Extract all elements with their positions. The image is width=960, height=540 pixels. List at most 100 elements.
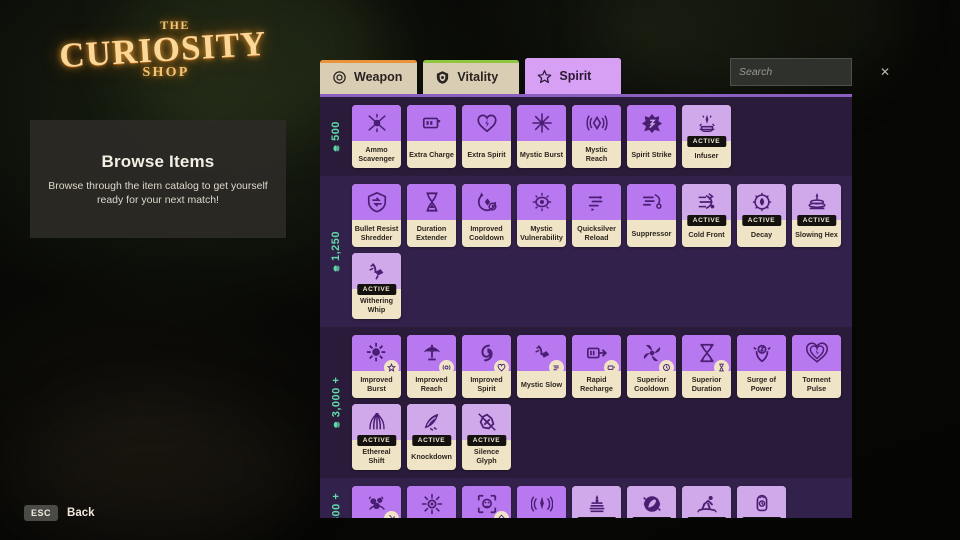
item-card[interactable]: Extra Charge: [407, 105, 456, 168]
cooldown-sub-icon: [659, 360, 674, 375]
improved-spirit-icon: [462, 335, 511, 371]
recharge-sub-icon: [604, 360, 619, 375]
knockdown-icon: ACTIVE: [407, 404, 456, 440]
item-card[interactable]: Improved Spirit: [462, 335, 511, 398]
tab-vitality[interactable]: Vitality: [423, 60, 519, 94]
item-card[interactable]: ACTIVEWithering Whip: [352, 253, 401, 319]
tier-row: 6,300 +Boundless SpiritDiviner's KevlarE…: [320, 478, 852, 518]
tab-vitality-label: Vitality: [457, 70, 498, 84]
tier-row: 3,000 +Improved BurstImproved ReachImpro…: [320, 327, 852, 478]
withering-whip-icon: ACTIVE: [352, 253, 401, 289]
item-card[interactable]: Spirit Strike: [627, 105, 676, 168]
item-card[interactable]: Mystic Slow: [517, 335, 566, 398]
search-box[interactable]: ✕: [730, 58, 852, 86]
surge-of-power-icon: [737, 335, 786, 371]
item-label: Extra Charge: [407, 141, 456, 168]
item-card[interactable]: Superior Cooldown: [627, 335, 676, 398]
item-card[interactable]: Mystic Reach: [572, 105, 621, 168]
item-card[interactable]: Suppressor: [627, 184, 676, 247]
mystic-reverb-icon: [517, 486, 566, 518]
extra-spirit-icon: [462, 105, 511, 141]
item-label: Superior Cooldown: [627, 371, 676, 398]
mystic-vulnerability-icon: [517, 184, 566, 220]
active-badge: ACTIVE: [632, 517, 671, 518]
item-label: Spirit Strike: [627, 141, 676, 168]
active-badge: ACTIVE: [797, 215, 836, 226]
item-card[interactable]: Mystic Reverb: [517, 486, 566, 518]
active-badge: ACTIVE: [687, 215, 726, 226]
reach-sub-icon: [439, 360, 454, 375]
esc-key-badge: ESC: [24, 505, 58, 521]
item-card[interactable]: Quicksilver Reload: [572, 184, 621, 247]
item-card[interactable]: Ammo Scavenger: [352, 105, 401, 168]
exposure-sub-icon: [494, 511, 509, 518]
suppressor-icon: [627, 184, 676, 220]
item-card[interactable]: Duration Extender: [407, 184, 456, 247]
item-card[interactable]: Boundless Spirit: [352, 486, 401, 518]
diviners-kevlar-icon: [407, 486, 456, 518]
spirit-strike-icon: [627, 105, 676, 141]
tab-spirit[interactable]: Spirit: [525, 58, 621, 94]
item-card[interactable]: ACTIVEInfuser: [682, 105, 731, 168]
shield-icon: [435, 70, 450, 85]
ethereal-shift-icon: ACTIVE: [352, 404, 401, 440]
active-badge: ACTIVE: [467, 435, 506, 446]
item-card[interactable]: ACTIVEDecay: [737, 184, 786, 247]
hourglass-icon: [407, 184, 456, 220]
item-card[interactable]: Diviner's Kevlar: [407, 486, 456, 518]
tier-items: Ammo ScavengerExtra ChargeExtra SpiritMy…: [352, 105, 731, 168]
star-icon: [537, 69, 552, 84]
item-card[interactable]: ACTIVESlowing Hex: [792, 184, 841, 247]
item-card[interactable]: Mystic Burst: [517, 105, 566, 168]
tier-items: Boundless SpiritDiviner's KevlarEscalati…: [352, 486, 786, 518]
tier-cost-label: 500: [330, 121, 342, 141]
item-card[interactable]: ACTIVEEcho Shard: [627, 486, 676, 518]
shop-window: Weapon Vitality Spirit: [320, 56, 852, 518]
item-label: Quicksilver Reload: [572, 220, 621, 247]
item-card[interactable]: Bullet Resist Shredder: [352, 184, 401, 247]
browse-items-description: Browse through the item catalog to get y…: [30, 179, 286, 207]
item-card[interactable]: Improved Burst: [352, 335, 401, 398]
item-card[interactable]: ACTIVEEthereal Shift: [352, 404, 401, 470]
item-card[interactable]: Rapid Recharge: [572, 335, 621, 398]
item-card[interactable]: Improved Reach: [407, 335, 456, 398]
shop-screen: THE CURIOSITY SHOP Browse Items Browse t…: [0, 0, 960, 540]
superior-cooldown-icon: [627, 335, 676, 371]
item-card[interactable]: Superior Duration: [682, 335, 731, 398]
item-label: Improved Burst: [352, 371, 401, 398]
item-card[interactable]: Improved Cooldown: [462, 184, 511, 247]
search-clear-icon[interactable]: ✕: [876, 66, 890, 78]
item-card[interactable]: ACTIVESilence Glyph: [462, 404, 511, 470]
item-card[interactable]: Extra Spirit: [462, 105, 511, 168]
item-label: Improved Spirit: [462, 371, 511, 398]
item-card[interactable]: Torment Pulse: [792, 335, 841, 398]
torment-pulse-icon: [792, 335, 841, 371]
item-label: Mystic Burst: [517, 141, 566, 168]
silence-glyph-icon: ACTIVE: [462, 404, 511, 440]
tab-weapon[interactable]: Weapon: [320, 60, 417, 94]
browse-items-title: Browse Items: [102, 152, 215, 172]
tab-weapon-label: Weapon: [354, 70, 402, 84]
tier-cost-label: 1,250: [330, 230, 342, 260]
search-input[interactable]: [739, 66, 876, 78]
improved-burst-icon: [352, 335, 401, 371]
active-badge: ACTIVE: [357, 435, 396, 446]
item-label: Mystic Reach: [572, 141, 621, 168]
item-card[interactable]: Mystic Vulnerability: [517, 184, 566, 247]
game-logo: THE CURIOSITY SHOP: [38, 18, 288, 90]
escalating-exposure-icon: [462, 486, 511, 518]
active-badge: ACTIVE: [412, 435, 451, 446]
magic-carpet-icon: ACTIVE: [682, 486, 731, 518]
item-card[interactable]: ACTIVECurse: [572, 486, 621, 518]
item-card[interactable]: ACTIVERefresher: [737, 486, 786, 518]
item-card[interactable]: Escalating Exposure: [462, 486, 511, 518]
item-card[interactable]: ACTIVEKnockdown: [407, 404, 456, 470]
back-control[interactable]: ESC Back: [24, 505, 95, 521]
item-card[interactable]: ACTIVECold Front: [682, 184, 731, 247]
quicksilver-reload-icon: [572, 184, 621, 220]
superior-duration-icon: [682, 335, 731, 371]
item-card[interactable]: ACTIVEMagic Carpet: [682, 486, 731, 518]
duration-sub-icon: [714, 360, 729, 375]
item-card[interactable]: Surge of Power: [737, 335, 786, 398]
tier-cost: 3,000 +: [320, 335, 352, 470]
